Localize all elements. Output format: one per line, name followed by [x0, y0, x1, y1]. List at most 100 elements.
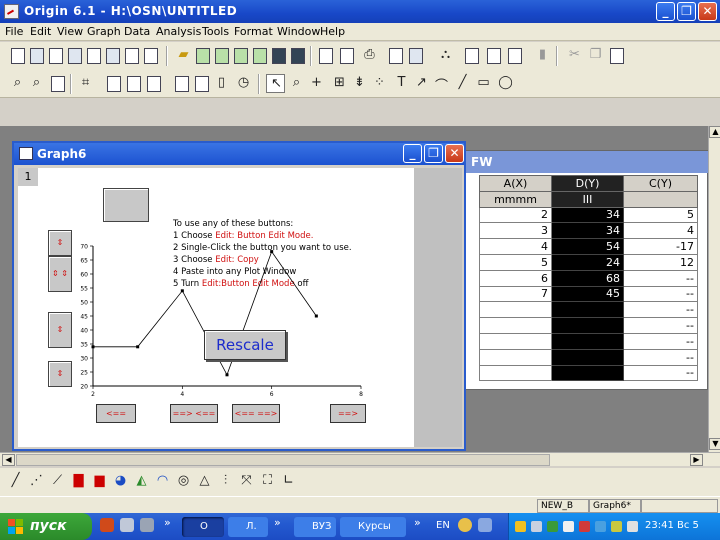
circle-tool-icon[interactable]: ◯ — [496, 74, 515, 93]
table-cell[interactable]: -17 — [623, 238, 698, 255]
quicklaunch-expand-icon[interactable]: » — [164, 516, 171, 529]
table-cell[interactable] — [479, 317, 552, 334]
taskbar-folder-vuz[interactable]: ВУЗ — [294, 517, 336, 537]
minimize-button[interactable]: _ — [656, 2, 675, 21]
line-tool-icon[interactable]: ╱ — [453, 74, 472, 93]
taskbar-word[interactable]: Л. — [228, 517, 268, 537]
horizontal-zoom-out-button[interactable]: ==> <== — [170, 404, 218, 423]
print-icon[interactable]: ⎙ — [360, 46, 379, 65]
table-cell[interactable]: 34 — [551, 206, 624, 224]
quicklaunch-disk-icon[interactable] — [140, 518, 154, 532]
graph-title-bar[interactable]: Graph6 _ ❐ ✕ — [14, 143, 464, 165]
language-indicator[interactable]: EN — [436, 520, 450, 531]
scroll-up-arrow[interactable]: ▲ — [709, 126, 720, 138]
new-worksheet-icon[interactable] — [27, 46, 46, 65]
pointer-tool-icon[interactable]: ↖ — [266, 74, 285, 93]
new-function-icon[interactable] — [122, 46, 141, 65]
table-cell[interactable]: 45 — [551, 285, 624, 303]
menu-view[interactable]: View — [57, 25, 83, 38]
graph-maximize-button[interactable]: ❐ — [424, 144, 443, 163]
column-label-c[interactable] — [623, 190, 698, 208]
taskbar-folder-kursy[interactable]: Курсы — [340, 517, 406, 537]
import-multiple-icon[interactable] — [250, 46, 269, 65]
area-plot-icon[interactable]: ◭ — [132, 472, 151, 491]
recalculate-icon[interactable] — [337, 46, 356, 65]
box-chart-icon[interactable]: ⫶ — [216, 472, 235, 491]
table-cell[interactable] — [479, 301, 552, 319]
whole-page-icon[interactable] — [48, 74, 67, 93]
table-cell[interactable]: -- — [623, 285, 698, 303]
table-cell[interactable]: -- — [623, 332, 698, 350]
tray-battery-icon[interactable] — [611, 521, 622, 532]
table-cell[interactable] — [479, 364, 552, 382]
column-header-d[interactable]: D(Y) — [551, 175, 624, 192]
column-header-a[interactable]: A(X) — [479, 175, 552, 192]
axis-plot-icon[interactable]: ∟ — [279, 472, 298, 491]
origin-app-icon[interactable] — [4, 4, 19, 19]
refresh-icon[interactable] — [386, 46, 405, 65]
table-cell[interactable]: 5 — [623, 206, 698, 224]
close-button[interactable]: ✕ — [698, 2, 717, 21]
table-cell[interactable] — [479, 332, 552, 350]
cut-icon[interactable]: ✂ — [565, 46, 584, 65]
curved-arrow-icon[interactable]: ⌒ — [432, 74, 451, 94]
tray-antivirus-icon[interactable] — [579, 521, 590, 532]
table-cell[interactable]: 6 — [479, 269, 552, 287]
table-cell[interactable]: -- — [623, 364, 698, 382]
export-graph-icon[interactable] — [316, 46, 335, 65]
menu-tools[interactable]: Tools — [202, 25, 229, 38]
help-icon[interactable] — [458, 518, 472, 532]
table-cell[interactable]: 4 — [479, 238, 552, 255]
quicklaunch-browser-icon[interactable] — [100, 518, 114, 532]
script-window-icon[interactable] — [462, 46, 481, 65]
layer-icon[interactable]: ▯ — [212, 74, 231, 93]
maximize-button[interactable]: ❐ — [677, 2, 696, 21]
project-explorer-icon[interactable] — [505, 46, 524, 65]
vertical-shift-down-button[interactable]: ⇕ — [48, 361, 72, 387]
vector-plot-icon[interactable]: ⤧ — [237, 472, 256, 491]
data-reader-icon[interactable]: ⊞ — [330, 74, 349, 93]
table-cell[interactable]: 68 — [551, 269, 624, 287]
line-symbol-plot-icon[interactable]: ⟋ — [48, 472, 67, 491]
table-cell[interactable]: 34 — [551, 222, 624, 240]
fill-area-icon[interactable]: ◠ — [153, 472, 172, 491]
column-header-c[interactable]: C(Y) — [623, 175, 698, 192]
worksheet-grid[interactable]: A(X) D(Y) C(Y) mmmm III 2 34 5 3 34 4 4 54 -17 5 2… — [479, 175, 698, 382]
taskbar-more-icon[interactable]: » — [414, 516, 421, 529]
ternary-plot-icon[interactable]: △ — [195, 472, 214, 491]
import-ascii-icon[interactable] — [231, 46, 250, 65]
clock-icon[interactable]: ◷ — [234, 74, 253, 93]
tray-volume-icon[interactable] — [563, 521, 574, 532]
table-cell[interactable] — [551, 348, 624, 366]
table-cell[interactable]: 12 — [623, 253, 698, 271]
taskbar-expand-icon[interactable]: » — [274, 516, 281, 529]
line-plot-icon[interactable]: ╱ — [6, 472, 25, 491]
add-layer-icon[interactable]: ▮ — [533, 46, 552, 65]
table-cell[interactable]: -- — [623, 348, 698, 366]
horizontal-zoom-in-button[interactable]: <== ==> — [232, 404, 280, 423]
add-layer-icon-2[interactable] — [124, 74, 143, 93]
quicklaunch-network-icon[interactable] — [120, 518, 134, 532]
table-cell[interactable]: 54 — [551, 238, 624, 255]
new-graph-icon[interactable] — [46, 46, 65, 65]
table-cell[interactable]: 24 — [551, 253, 624, 271]
table-cell[interactable]: -- — [623, 269, 698, 287]
polar-plot-icon[interactable]: ◎ — [174, 472, 193, 491]
data-selector-icon[interactable]: ⇟ — [350, 74, 369, 93]
rescale-icon[interactable]: ⌗ — [76, 74, 95, 93]
menu-window[interactable]: Window — [277, 25, 320, 38]
vertical-zoom-out-button[interactable]: ⇕ ⇕ — [48, 256, 72, 292]
language-bar-icon[interactable] — [478, 518, 492, 532]
table-cell[interactable]: -- — [623, 301, 698, 319]
graph-page[interactable]: 1 To use any of these buttons: 1 Choose … — [18, 168, 414, 447]
zoom-tool-icon[interactable]: ⌕ — [287, 74, 306, 93]
table-cell[interactable]: 7 — [479, 285, 552, 303]
menu-analysis[interactable]: Analysis — [156, 25, 201, 38]
vertical-zoom-in-button[interactable]: ⇕ — [48, 312, 72, 348]
tray-update-icon[interactable] — [595, 521, 606, 532]
legend-icon[interactable] — [144, 74, 163, 93]
taskbar-origin[interactable]: O — [182, 517, 224, 537]
bar-plot-icon[interactable]: ▆ — [90, 472, 109, 491]
menu-data[interactable]: Data — [124, 25, 150, 38]
blank-button[interactable] — [103, 188, 149, 222]
